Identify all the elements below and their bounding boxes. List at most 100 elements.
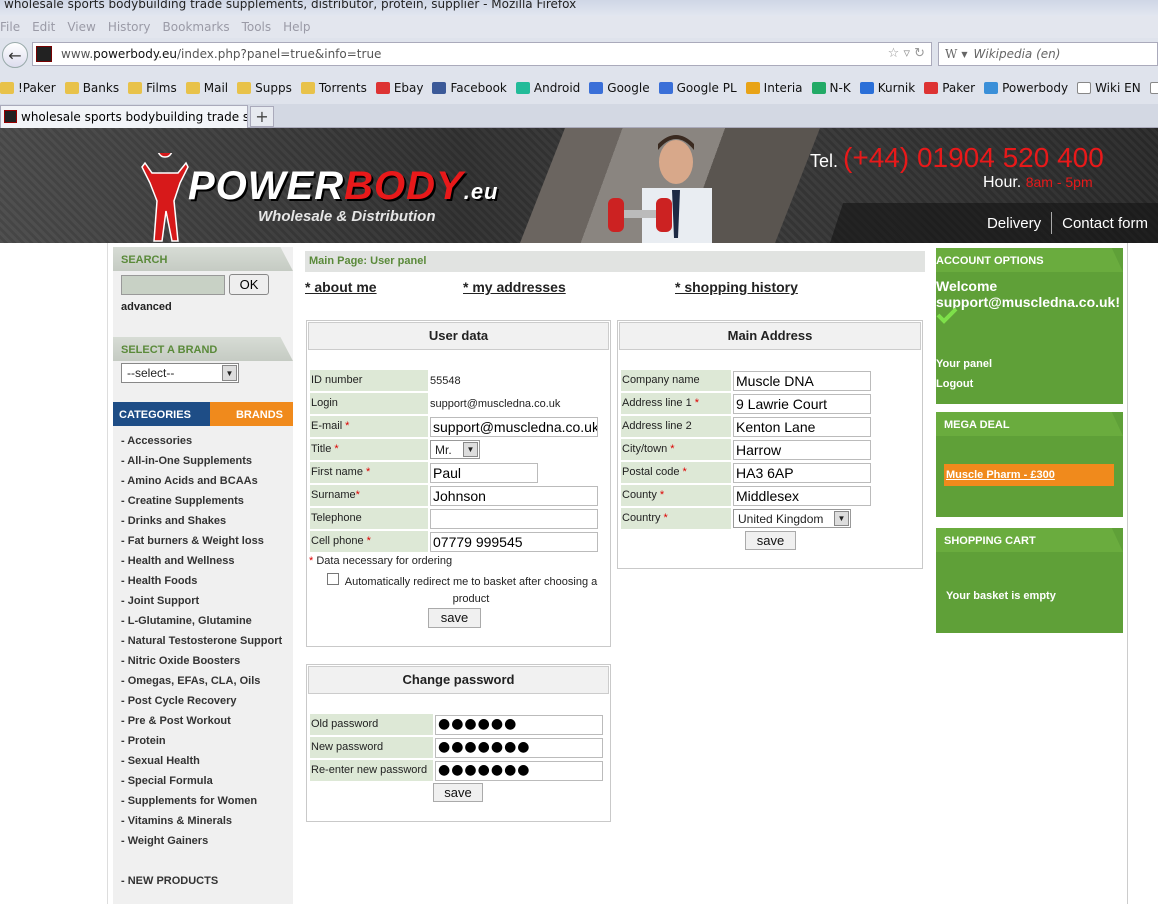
bookmark-mail[interactable]: Mail [185, 81, 228, 95]
link-about-me[interactable]: * about me [305, 279, 377, 295]
bookmark-supps[interactable]: Supps [237, 81, 292, 95]
bookmark-banks[interactable]: Banks [64, 81, 119, 95]
bookmark-star-icon[interactable]: ☆ ▿ ↻ [888, 46, 925, 61]
old-password-field[interactable]: ●●●●●● [435, 714, 603, 735]
url-bar[interactable]: www. powerbody.eu/index.php?panel=true&in… [32, 42, 932, 66]
address-save-button[interactable]: save [745, 531, 796, 550]
logout-link[interactable]: Logout [936, 378, 973, 390]
bookmark-torrents[interactable]: Torrents [300, 81, 367, 95]
city-field[interactable]: Harrow [733, 439, 871, 460]
bookmark-interia[interactable]: Interia [745, 81, 803, 95]
menu-bookmarks[interactable]: Bookmarks [163, 20, 230, 34]
category-item[interactable]: - Health Foods [121, 571, 286, 591]
bookmark-ebay[interactable]: Ebay [375, 81, 423, 95]
category-item[interactable]: - Post Cycle Recovery [121, 691, 286, 711]
category-item[interactable]: - Protein [121, 731, 286, 751]
menu-tools[interactable]: Tools [242, 20, 272, 34]
old-password-row: Old password ●●●●●● [310, 714, 603, 735]
search-engine-icon[interactable]: W [945, 47, 957, 61]
user-data-save-button[interactable]: save [428, 608, 481, 628]
category-item[interactable]: - L-Glutamine, Glutamine [121, 611, 286, 631]
first-name-field[interactable]: Paul [430, 462, 538, 483]
required-mark: * [694, 397, 699, 409]
category-item[interactable]: - Creatine Supplements [121, 491, 286, 511]
your-panel-link[interactable]: Your panel [936, 358, 992, 370]
bookmark-google[interactable]: Google [589, 81, 650, 95]
menu-help[interactable]: Help [283, 20, 310, 34]
postal-code-field[interactable]: HA3 6AP [733, 462, 871, 483]
link-shopping-history[interactable]: * shopping history [675, 279, 798, 295]
dropdown-arrow-icon[interactable]: ▼ [961, 50, 967, 59]
cell-phone-field[interactable]: 07779 999545 [430, 531, 598, 552]
category-item[interactable]: - Supplements for Women [121, 791, 286, 811]
category-item[interactable]: - NEW PRODUCTS [121, 871, 286, 891]
bookmark-films[interactable]: Films [128, 81, 177, 95]
menu-edit[interactable]: Edit [32, 20, 55, 34]
logo-power: POWER [188, 164, 345, 208]
category-item[interactable]: - Nitric Oxide Boosters [121, 651, 286, 671]
category-item[interactable]: - Weight Gainers [121, 831, 286, 851]
header-phone: Tel. (+44) 01904 520 400 [810, 142, 1104, 174]
bookmark-label: Supps [255, 81, 292, 95]
site-favicon-icon [36, 46, 52, 62]
link-my-addresses[interactable]: * my addresses [463, 279, 566, 295]
telephone-field[interactable] [430, 508, 598, 529]
new-password-field[interactable]: ●●●●●●● [435, 737, 603, 758]
bookmark-wiki-pl[interactable]: Wiki PL [1149, 81, 1158, 95]
menu-file[interactable]: File [0, 20, 20, 34]
bookmark-paker[interactable]: Paker [924, 81, 975, 95]
back-button[interactable]: ← [2, 42, 28, 68]
category-item[interactable]: - Health and Wellness [121, 551, 286, 571]
category-item[interactable]: - Natural Testosterone Support [121, 631, 286, 651]
category-item[interactable]: - Accessories [121, 431, 286, 451]
search-ok-button[interactable]: OK [229, 274, 269, 295]
category-item[interactable]: - Amino Acids and BCAAs [121, 471, 286, 491]
company-field[interactable]: Muscle DNA [733, 370, 871, 391]
brand-select[interactable]: --select-- ▼ [121, 363, 239, 383]
bookmark-label: Paker [942, 81, 976, 95]
category-item[interactable]: - Omegas, EFAs, CLA, Oils [121, 671, 286, 691]
bookmark-wiki-en[interactable]: Wiki EN [1077, 81, 1141, 95]
address1-field[interactable]: 9 Lawrie Court [733, 393, 871, 414]
bookmark-android[interactable]: Android [515, 81, 580, 95]
tab-brands[interactable]: BRANDS [203, 402, 293, 426]
bookmark-n-k[interactable]: N-K [811, 81, 851, 95]
category-list: - Accessories - All-in-One Supplements - A… [121, 431, 286, 891]
mega-deal-link[interactable]: Muscle Pharm - £300 [944, 464, 1114, 486]
redirect-checkbox[interactable] [327, 573, 339, 585]
reenter-password-field[interactable]: ●●●●●●● [435, 760, 603, 781]
bookmark-powerbody[interactable]: Powerbody [984, 81, 1068, 95]
site-logo[interactable]: POWERBODY.eu [188, 164, 499, 209]
bookmark-paker[interactable]: !Paker [0, 81, 56, 95]
search-bar[interactable]: W ▼ Wikipedia (en) [938, 42, 1158, 66]
active-tab[interactable]: wholesale sports bodybuilding trade sup.… [0, 105, 248, 128]
bookmark-google-pl[interactable]: Google PL [658, 81, 737, 95]
country-select[interactable]: United Kingdom ▼ [733, 509, 851, 528]
email-field[interactable]: support@muscledna.co.uk [430, 416, 598, 437]
search-input[interactable] [121, 275, 225, 295]
nav-contact-form[interactable]: Contact form [1052, 215, 1158, 232]
category-item[interactable]: - Fat burners & Weight loss [121, 531, 286, 551]
bookmark-facebook[interactable]: Facebook [432, 81, 507, 95]
advanced-search-link[interactable]: advanced [121, 301, 172, 313]
category-item[interactable]: - Sexual Health [121, 751, 286, 771]
surname-field[interactable]: Johnson [430, 485, 598, 506]
bookmark-kurnik[interactable]: Kurnik [859, 81, 915, 95]
category-item[interactable]: - Drinks and Shakes [121, 511, 286, 531]
category-item[interactable]: - All-in-One Supplements [121, 451, 286, 471]
category-item[interactable]: - Pre & Post Workout [121, 711, 286, 731]
tab-categories[interactable]: CATEGORIES [113, 402, 203, 426]
search-heading: SEARCH [113, 247, 293, 271]
address2-field[interactable]: Kenton Lane [733, 416, 871, 437]
new-tab-button[interactable]: + [250, 106, 274, 127]
county-field[interactable]: Middlesex [733, 485, 871, 506]
menu-view[interactable]: View [67, 20, 95, 34]
menu-history[interactable]: History [108, 20, 151, 34]
category-item[interactable]: - Vitamins & Minerals [121, 811, 286, 831]
password-save-button[interactable]: save [433, 783, 483, 802]
nav-delivery[interactable]: Delivery [977, 215, 1051, 232]
title-select[interactable]: Mr. ▼ [430, 440, 480, 459]
url-path: /index.php?panel=true&info=true [177, 47, 382, 61]
category-item[interactable]: - Special Formula [121, 771, 286, 791]
category-item[interactable]: - Joint Support [121, 591, 286, 611]
